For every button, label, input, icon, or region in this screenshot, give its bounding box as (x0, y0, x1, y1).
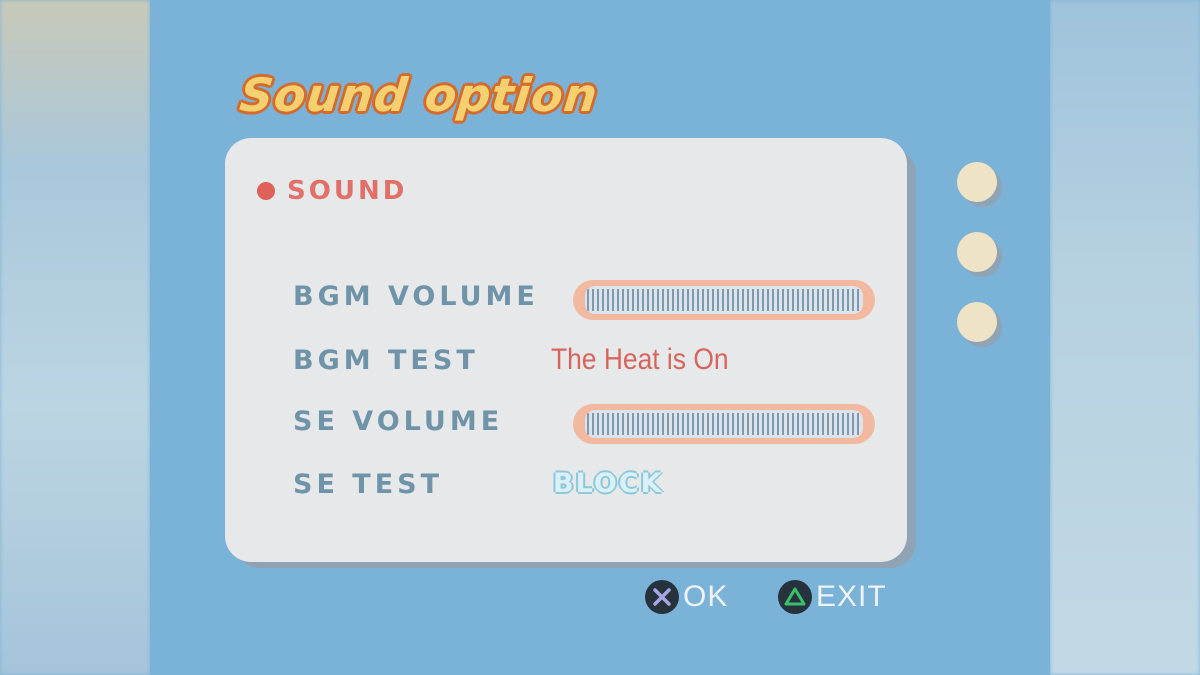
right-border-blur (1050, 0, 1200, 675)
cross-button-icon (645, 580, 679, 614)
section-label: SOUND (287, 176, 408, 206)
page-indicator-3 (957, 302, 997, 342)
se-test-label[interactable]: SE TEST (293, 469, 443, 500)
page-indicator-1 (957, 162, 997, 202)
left-border-blur (0, 0, 150, 675)
se-volume-track (585, 410, 863, 438)
se-test-value[interactable]: BLOCK (553, 468, 664, 499)
se-volume-fill (587, 413, 861, 435)
triangle-button-icon (778, 580, 812, 614)
bgm-volume-track (585, 286, 863, 314)
selection-bullet-icon (257, 182, 275, 200)
exit-label: EXIT (816, 580, 887, 613)
screen-title: Sound option (237, 68, 601, 122)
se-volume-slider[interactable] (573, 404, 875, 444)
options-panel: SOUND BGM VOLUME BGM TEST The Heat is On… (225, 138, 907, 562)
se-volume-label[interactable]: SE VOLUME (293, 406, 503, 437)
ok-hint[interactable]: OK (645, 580, 728, 614)
bgm-volume-label[interactable]: BGM VOLUME (293, 281, 539, 312)
page-indicator-2 (957, 232, 997, 272)
section-header: SOUND (257, 176, 407, 206)
bgm-test-value[interactable]: The Heat is On (551, 343, 729, 377)
bgm-test-label[interactable]: BGM TEST (293, 345, 479, 376)
ok-label: OK (683, 580, 729, 613)
exit-hint[interactable]: EXIT (778, 580, 887, 614)
bgm-volume-slider[interactable] (573, 280, 875, 320)
game-screen: Sound option SOUND BGM VOLUME BGM TEST T… (150, 0, 1050, 675)
bgm-volume-fill (587, 289, 861, 311)
